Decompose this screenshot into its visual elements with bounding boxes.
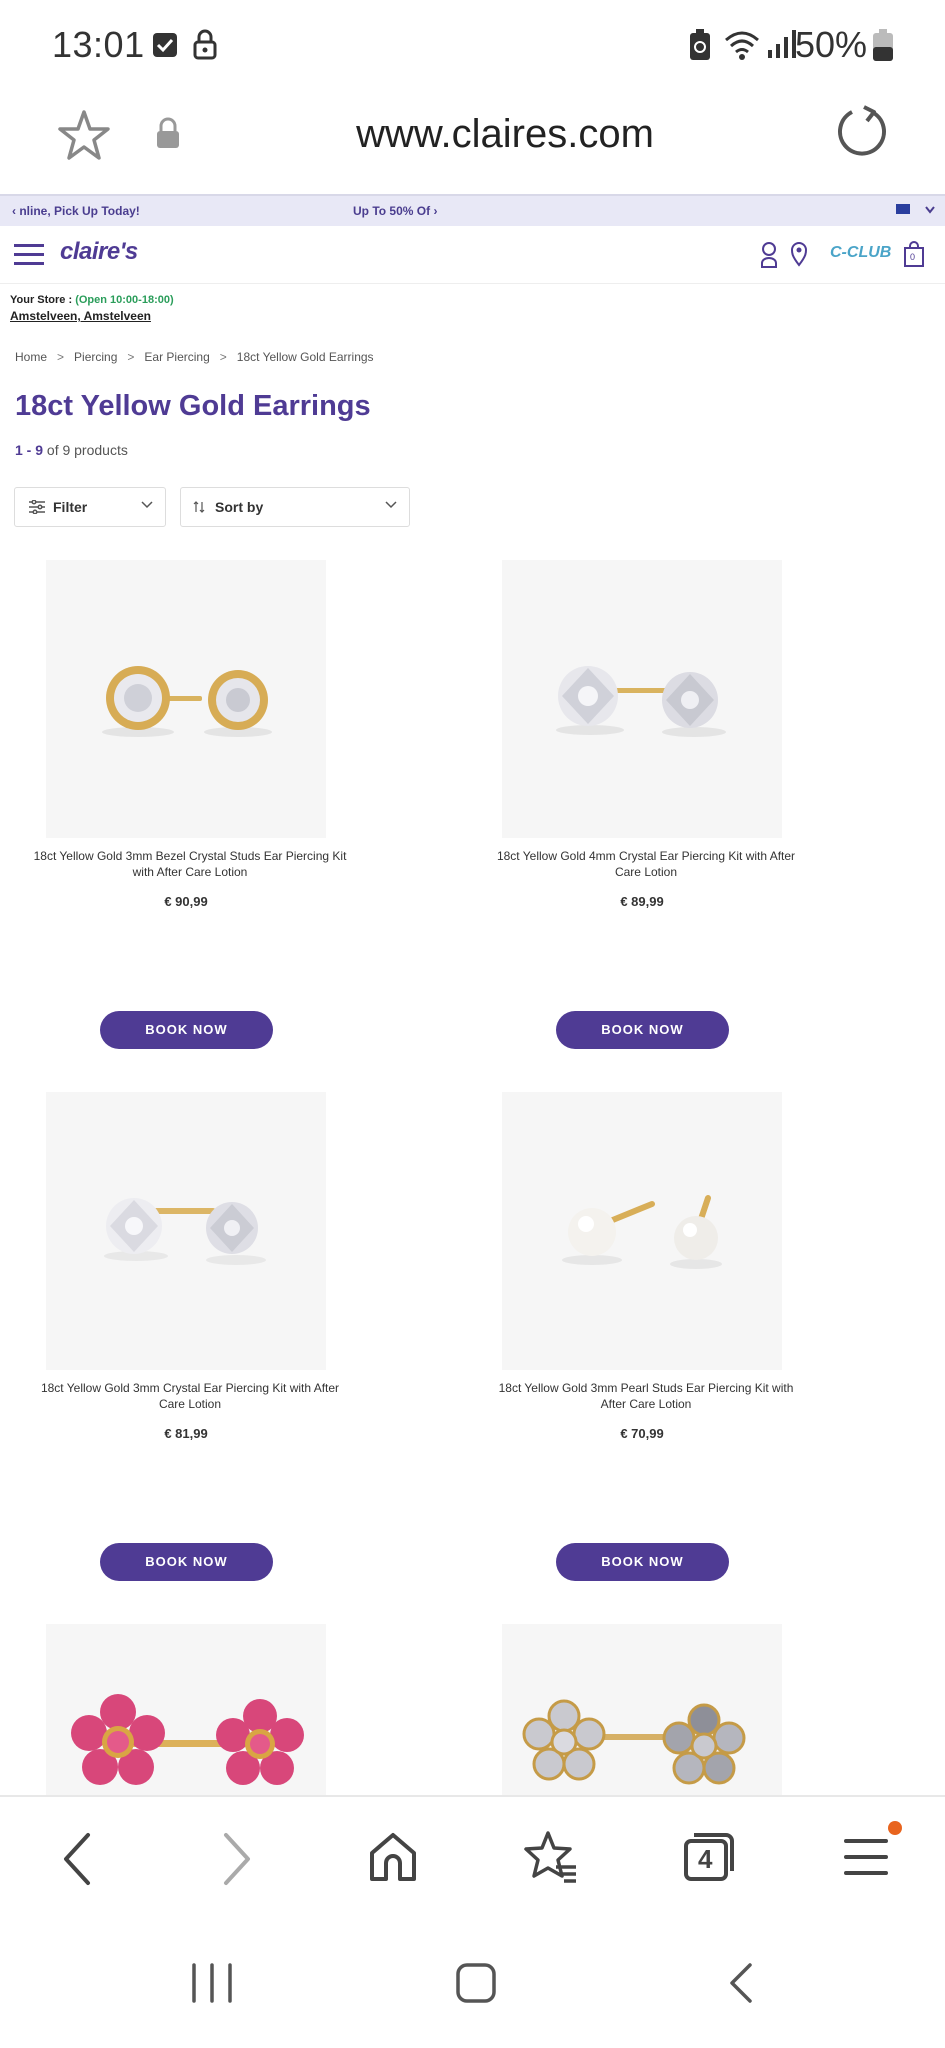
store-label: Your Store :	[10, 294, 76, 306]
product-total: of 9 products	[46, 442, 128, 458]
product-range: 1 - 9	[15, 442, 44, 458]
breadcrumb-separator: >	[57, 350, 65, 364]
back-icon[interactable]	[58, 1831, 94, 1887]
store-info: Your Store : (Open 10:00-18:00)	[10, 294, 174, 306]
sort-select[interactable]: Sort by	[180, 487, 410, 527]
product-count: 1 - 9 of 9 products	[15, 442, 128, 458]
lock-notification-icon	[193, 29, 217, 60]
store-location-link[interactable]: Amstelveen, Amstelveen	[10, 309, 151, 323]
breadcrumb-ear-piercing[interactable]: Ear Piercing	[144, 350, 209, 364]
menu-icon[interactable]	[844, 1837, 888, 1877]
filter-sliders-icon	[29, 500, 45, 514]
bookmark-star-icon[interactable]	[56, 108, 112, 162]
product-name[interactable]: 18ct Yellow Gold 3mm Pearl Studs Ear Pie…	[486, 1380, 806, 1412]
browser-bottom-nav: 4	[0, 1795, 945, 1925]
book-now-button[interactable]: BOOK NOW	[556, 1543, 729, 1581]
checkbox-notification-icon	[153, 33, 177, 57]
status-bar: 13:01 50%	[0, 0, 945, 92]
promo-banner[interactable]: ‹ nline, Pick Up Today! Up To 50% Of ›	[0, 194, 945, 226]
product-image-pink-flower-studs[interactable]	[46, 1624, 326, 1795]
menu-icon[interactable]	[14, 243, 44, 267]
breadcrumb-separator: >	[127, 350, 135, 364]
signal-icon	[768, 30, 796, 58]
store-hours: (Open 10:00-18:00)	[75, 294, 174, 306]
reload-icon[interactable]	[834, 104, 890, 160]
chevron-down-icon	[141, 501, 153, 509]
breadcrumb-home[interactable]: Home	[15, 350, 47, 364]
product-name[interactable]: 18ct Yellow Gold 3mm Bezel Crystal Studs…	[30, 848, 350, 880]
product-price: € 89,99	[620, 894, 664, 909]
breadcrumb-current: 18ct Yellow Gold Earrings	[236, 350, 374, 364]
battery-percent: 50%	[794, 24, 867, 65]
product-price: € 70,99	[620, 1426, 664, 1441]
promo-left-text[interactable]: ‹ nline, Pick Up Today!	[12, 204, 140, 218]
battery-icon	[873, 29, 893, 61]
product-image-crystal-studs-3mm[interactable]	[46, 1092, 326, 1370]
wifi-icon	[725, 31, 759, 60]
filter-button[interactable]: Filter	[14, 487, 166, 527]
android-nav-bar	[0, 1925, 945, 2048]
battery-saver-icon	[690, 29, 710, 60]
secure-lock-icon[interactable]	[154, 116, 182, 150]
product-name[interactable]: 18ct Yellow Gold 3mm Crystal Ear Piercin…	[30, 1380, 350, 1412]
claires-logo[interactable]: claire's	[60, 238, 138, 266]
product-image-crystal-studs-4mm[interactable]	[502, 560, 782, 838]
url-field[interactable]: www.claires.com	[270, 112, 740, 157]
product-image-crystal-flower-studs[interactable]	[502, 1624, 782, 1795]
status-time: 13:01	[52, 24, 145, 65]
browser-toolbar: www.claires.com	[0, 92, 945, 194]
bookmarks-icon[interactable]	[522, 1829, 578, 1885]
product-image-pearl-studs[interactable]	[502, 1092, 782, 1370]
product-image-bezel-crystal-studs[interactable]	[46, 560, 326, 838]
book-now-button[interactable]: BOOK NOW	[100, 1011, 273, 1049]
back-button-icon[interactable]	[726, 1961, 756, 2005]
promo-center-text[interactable]: Up To 50% Of ›	[353, 204, 437, 218]
book-now-button[interactable]: BOOK NOW	[556, 1011, 729, 1049]
chevron-down-icon	[385, 501, 397, 509]
product-name[interactable]: 18ct Yellow Gold 4mm Crystal Ear Piercin…	[486, 848, 806, 880]
site-header: claire's C-CLUB 0	[0, 226, 945, 284]
store-locator-icon[interactable]	[790, 241, 808, 267]
breadcrumb: Home > Piercing > Ear Piercing > 18ct Ye…	[15, 350, 374, 364]
product-price: € 90,99	[164, 894, 208, 909]
page-title: 18ct Yellow Gold Earrings	[15, 390, 371, 422]
product-price: € 81,99	[164, 1426, 208, 1441]
c-club-link[interactable]: C-CLUB	[830, 244, 891, 262]
tab-count: 4	[698, 1844, 713, 1874]
notification-dot	[888, 1821, 902, 1835]
home-button-icon[interactable]	[454, 1961, 498, 2005]
cart-count: 0	[910, 252, 916, 262]
forward-icon[interactable]	[220, 1831, 256, 1887]
eu-flag-icon[interactable]	[896, 204, 910, 214]
account-icon[interactable]	[760, 242, 778, 268]
sort-arrows-icon	[193, 501, 205, 513]
filter-label: Filter	[53, 499, 88, 515]
book-now-button[interactable]: BOOK NOW	[100, 1543, 273, 1581]
sort-label: Sort by	[215, 499, 264, 515]
breadcrumb-piercing[interactable]: Piercing	[74, 350, 117, 364]
recent-apps-icon[interactable]	[190, 1961, 234, 2005]
home-icon[interactable]	[368, 1831, 418, 1883]
chevron-down-icon[interactable]	[925, 206, 935, 214]
breadcrumb-separator: >	[219, 350, 227, 364]
